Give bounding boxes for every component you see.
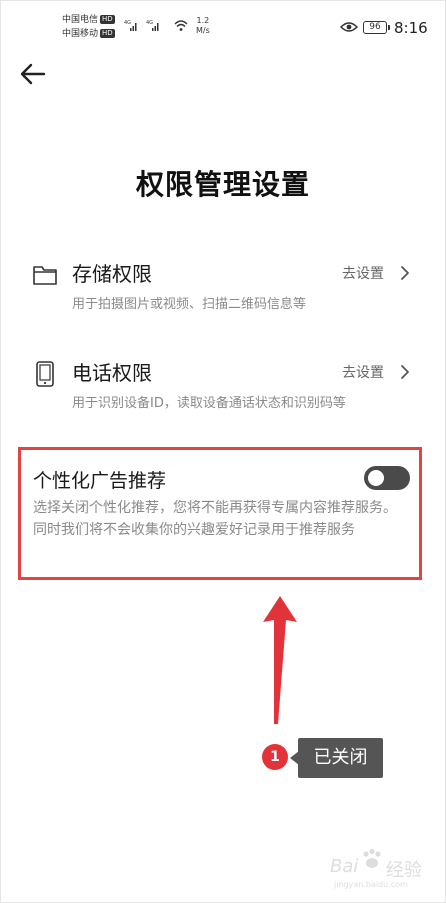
carrier-2-label: 中国移动	[62, 29, 99, 39]
annotation-tooltip: 已关闭	[298, 738, 383, 778]
chevron-right-icon[interactable]	[400, 364, 410, 380]
phone-permission-row[interactable]: 电话权限 去设置 用于识别设备ID，读取设备通话状态和识别码等	[0, 361, 446, 431]
network-label: 4G	[124, 20, 131, 26]
back-arrow-icon[interactable]	[20, 62, 46, 86]
phone-permission-title: 电话权限	[72, 361, 152, 385]
battery-icon: 96	[363, 21, 390, 34]
baidu-jingyan-watermark: Bai 经验 jingyan.baidu.com	[330, 848, 440, 892]
storage-settings-link[interactable]: 去设置	[342, 263, 384, 283]
signal-icon: 4G	[146, 20, 159, 31]
hd-badge: HD	[100, 15, 115, 24]
personalized-ads-desc: 选择关闭个性化推荐，您将不能再获得专属内容推荐服务。同时我们将不会收集你的兴趣爱…	[33, 500, 397, 538]
phone-settings-link[interactable]: 去设置	[342, 362, 384, 382]
paw-icon	[363, 848, 381, 868]
chevron-right-icon[interactable]	[400, 265, 410, 281]
page-title: 权限管理设置	[135, 168, 310, 201]
storage-permission-row[interactable]: 存储权限 去设置 用于拍摄图片或视频、扫描二维码信息等	[0, 262, 446, 332]
personalized-ads-title: 个性化广告推荐	[33, 470, 167, 492]
speed-unit: M/s	[196, 26, 210, 35]
toggle-knob	[368, 470, 384, 486]
network-speed: 1.2 M/s	[196, 16, 210, 36]
watermark-text-right: 经验	[386, 860, 422, 881]
clock: 8:16	[394, 19, 428, 37]
carrier-1: 中国电信 HD	[62, 15, 115, 26]
carrier-2: 中国移动 HD	[62, 29, 115, 40]
status-bar: 中国电信 HD 中国移动 HD 4G 4G 1.2 M/s 96 8:16	[0, 0, 446, 44]
storage-permission-title: 存储权限	[72, 262, 152, 286]
folder-icon	[33, 266, 57, 285]
storage-permission-desc: 用于拍摄图片或视频、扫描二维码信息等	[72, 297, 307, 312]
network-label: 4G	[146, 20, 153, 26]
wifi-icon	[174, 20, 188, 31]
personalized-ads-toggle[interactable]	[364, 466, 410, 490]
phone-icon	[36, 361, 54, 387]
watermark-url: jingyan.baidu.com	[334, 880, 408, 889]
hd-badge: HD	[100, 29, 115, 38]
phone-permission-desc: 用于识别设备ID，读取设备通话状态和识别码等	[72, 396, 346, 411]
battery-level: 96	[369, 22, 381, 32]
speed-value: 1.2	[196, 16, 210, 25]
step-badge: 1	[262, 744, 288, 770]
annotation-arrow-icon	[263, 596, 297, 724]
watermark-text-left: Bai	[330, 856, 359, 877]
signal-icon: 4G	[124, 20, 137, 31]
carrier-1-label: 中国电信	[62, 15, 99, 25]
eye-icon	[340, 22, 358, 32]
